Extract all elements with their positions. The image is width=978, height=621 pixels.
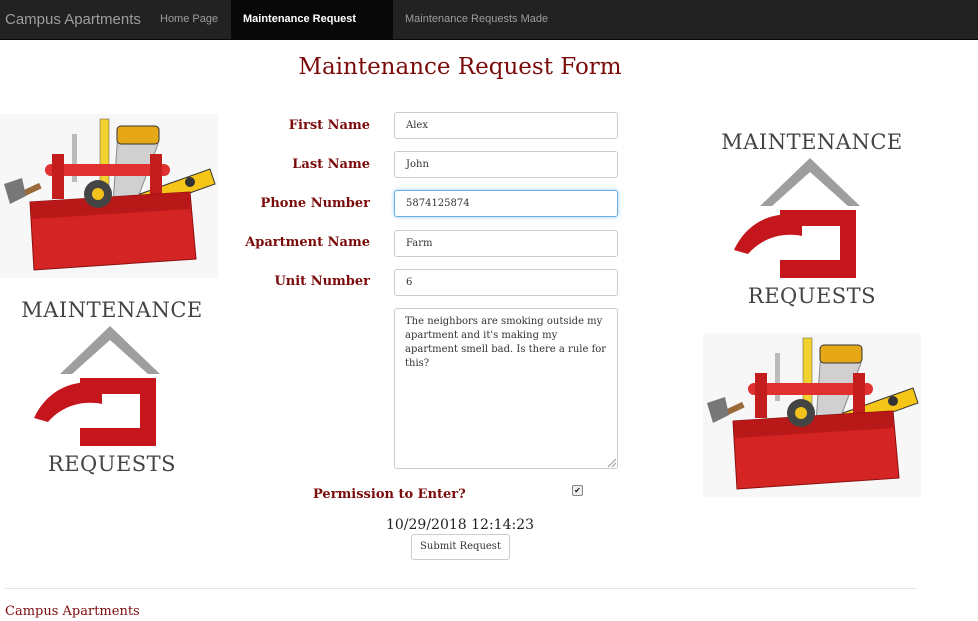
first-name-label: First Name — [288, 118, 370, 133]
logo-hammer-icon — [34, 382, 102, 422]
footer-text: Campus Apartments — [5, 604, 140, 619]
description-textarea[interactable]: The neighbors are smoking outside my apa… — [394, 308, 618, 469]
submit-request-button[interactable]: Submit Request — [411, 534, 510, 560]
logo-roof-icon — [60, 326, 160, 374]
description-text: The neighbors are smoking outside my apa… — [405, 316, 607, 369]
footer-divider — [5, 588, 917, 589]
toolbox-image-left — [0, 114, 218, 278]
permission-checkbox[interactable]: ✔ — [572, 485, 583, 496]
last-name-input[interactable]: John — [394, 151, 618, 178]
nav-link-request-form[interactable]: Maintenance Request Form — [231, 0, 393, 64]
maintenance-logo-right: MAINTENANCE REQUESTS — [712, 130, 912, 308]
page-title: Maintenance Request Form — [298, 54, 622, 80]
nav-link-home[interactable]: Home Page — [148, 0, 231, 39]
apartment-name-input[interactable]: Farm — [394, 230, 618, 257]
unit-number-label: Unit Number — [274, 274, 370, 289]
navbar-brand[interactable]: Campus Apartments — [5, 0, 141, 39]
logo-roof-icon — [760, 158, 860, 206]
nav-link-requests-made[interactable]: Maintenance Requests Made — [393, 0, 563, 39]
unit-number-input[interactable]: 6 — [394, 269, 618, 296]
first-name-input[interactable]: Alex — [394, 112, 618, 139]
toolbox-image-right — [703, 333, 921, 497]
navbar: Campus Apartments Home Page Maintenance … — [0, 0, 978, 64]
logo-word-top: MAINTENANCE — [21, 298, 203, 322]
logo-word-bottom: REQUESTS — [747, 284, 877, 308]
resize-grip-icon[interactable] — [608, 459, 616, 467]
phone-number-input[interactable]: 5874125874 — [394, 190, 618, 217]
logo-hammer-icon — [734, 214, 802, 254]
maintenance-logo-left: MAINTENANCE REQUESTS — [12, 298, 212, 476]
last-name-label: Last Name — [292, 157, 370, 172]
logo-word-bottom: REQUESTS — [47, 452, 177, 476]
phone-number-label: Phone Number — [260, 196, 370, 211]
logo-word-top: MAINTENANCE — [721, 130, 903, 154]
timestamp: 10/29/2018 12:14:23 — [385, 517, 535, 533]
apartment-name-label: Apartment Name — [245, 235, 370, 250]
permission-label: Permission to Enter? — [313, 487, 466, 502]
